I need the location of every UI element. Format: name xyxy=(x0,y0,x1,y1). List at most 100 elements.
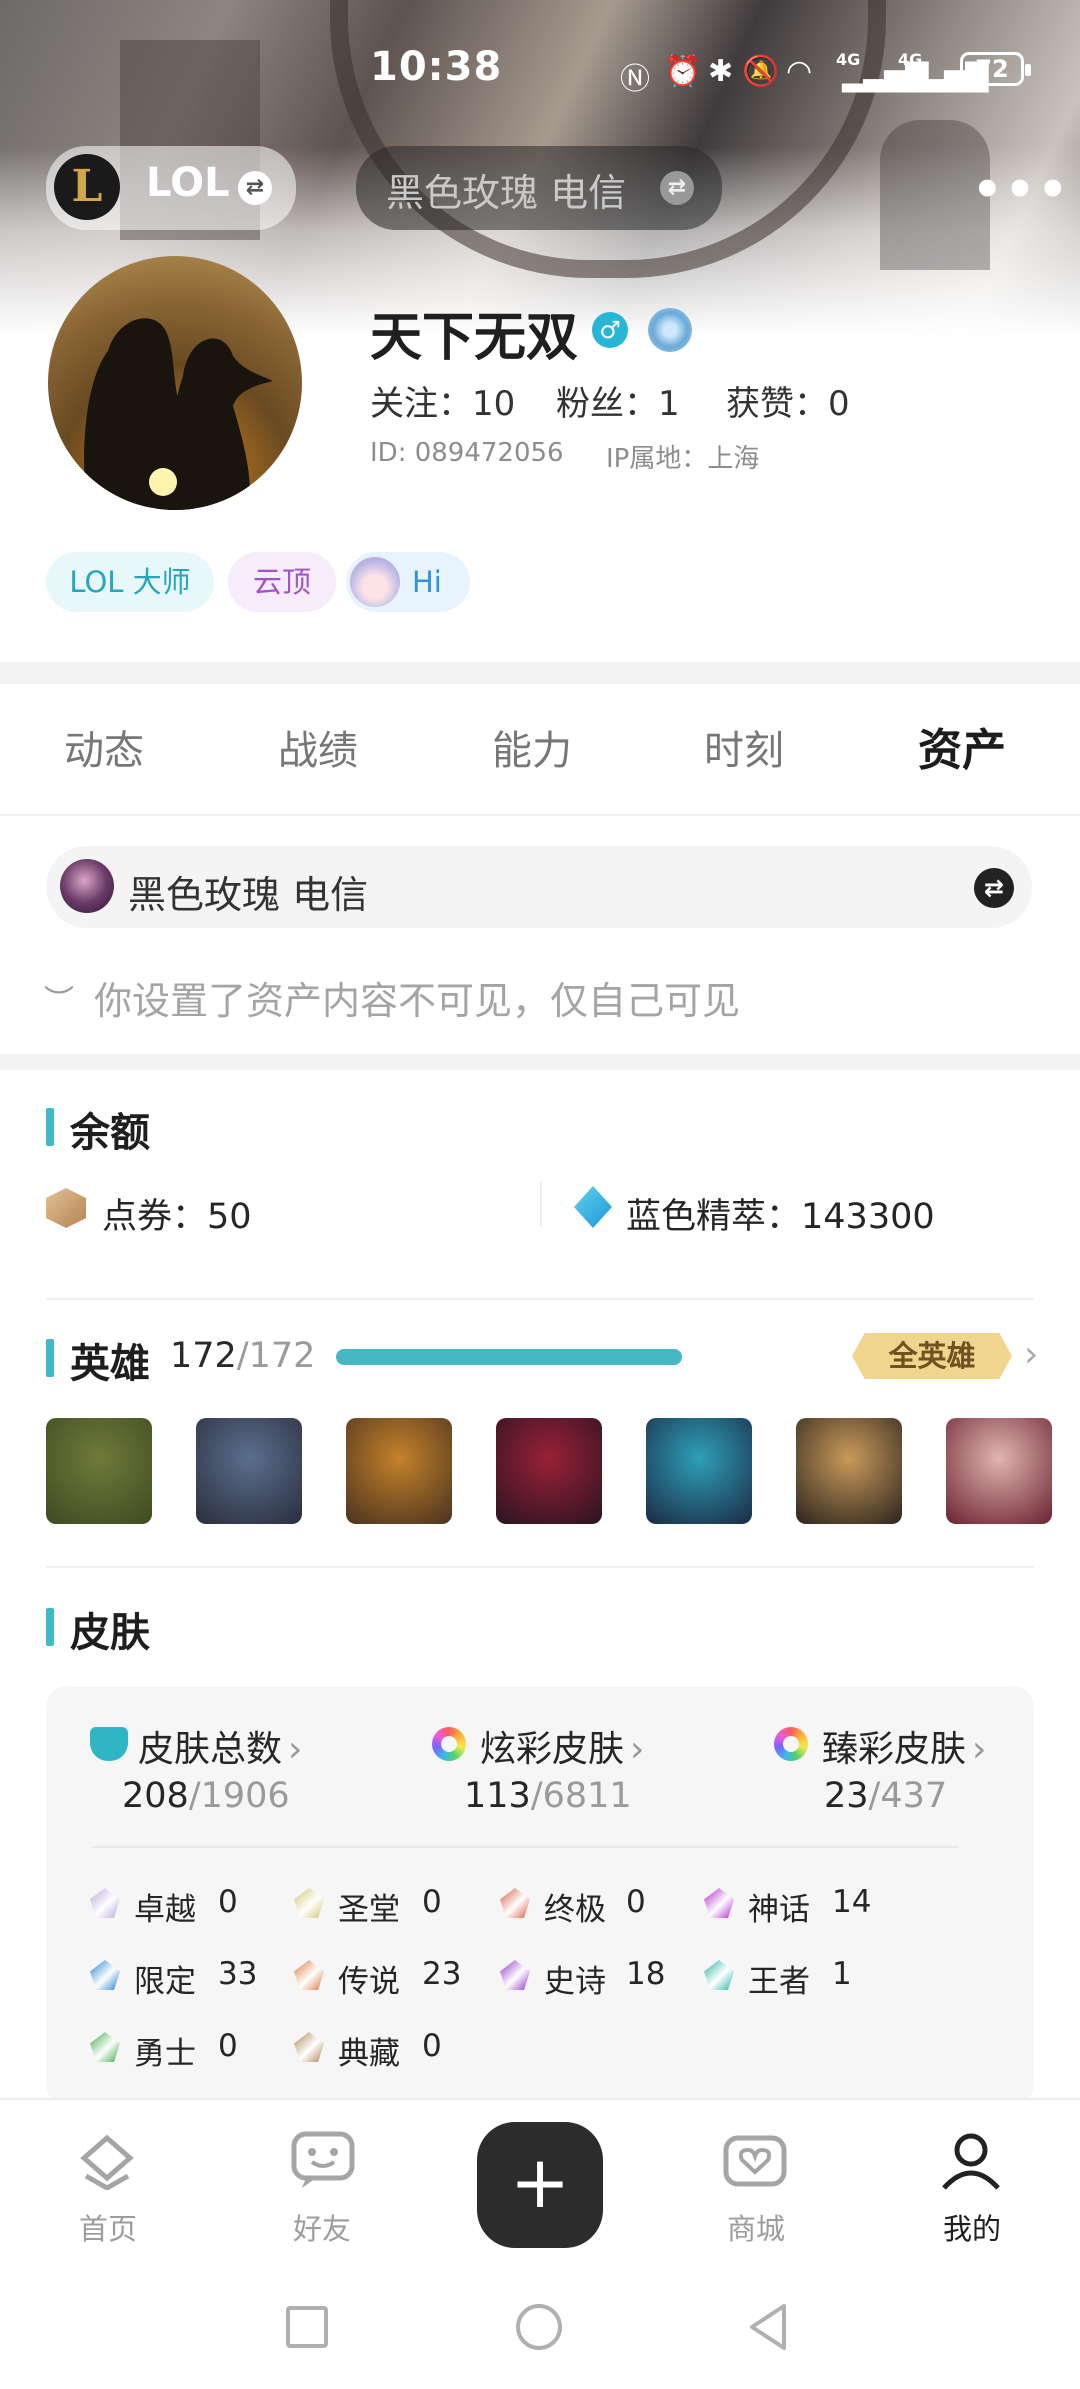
tag-tft[interactable]: 云顶 xyxy=(228,552,336,612)
skins-total-count: 208/1906 xyxy=(122,1776,290,1816)
prestige-ring-icon xyxy=(774,1727,808,1761)
tier-label: 勇士 xyxy=(134,2036,196,2072)
section-divider xyxy=(0,1054,1080,1070)
hidden-eye-icon: ︶ xyxy=(44,984,74,1019)
more-options-button[interactable]: ••• xyxy=(972,162,1070,218)
champion-avatar[interactable] xyxy=(496,1418,602,1524)
recents-button[interactable] xyxy=(286,2306,328,2348)
add-post-button[interactable]: + xyxy=(477,2122,603,2248)
home-system-button[interactable] xyxy=(516,2304,562,2350)
chroma-owned: 113 xyxy=(464,1776,531,1816)
switch-account-icon[interactable]: ⇄ xyxy=(974,868,1014,908)
bluetooth-icon: ✱ xyxy=(708,54,734,89)
mall-icon[interactable] xyxy=(720,2130,790,2190)
chevron-right-icon[interactable]: › xyxy=(1024,1334,1038,1375)
nav-home[interactable]: 首页 xyxy=(38,2206,178,2248)
game-label: LOL xyxy=(146,160,230,206)
back-button[interactable] xyxy=(746,2302,790,2356)
chroma-label: 炫彩皮肤 xyxy=(480,1729,625,1770)
back-triangle-icon xyxy=(750,2304,786,2350)
server-label: 黑色玫瑰 电信 xyxy=(386,171,627,215)
blue-essence-icon xyxy=(574,1186,612,1228)
rank-badge-icon[interactable] xyxy=(648,308,692,352)
follow-label: 关注： xyxy=(370,384,472,424)
tier-value: 23 xyxy=(422,1956,462,1992)
likes-value: 0 xyxy=(828,384,850,424)
tier-label: 终极 xyxy=(544,1892,606,1928)
tab-records[interactable]: 战绩 xyxy=(278,718,358,776)
coupon-label: 点券： xyxy=(102,1197,208,1237)
champion-avatar[interactable] xyxy=(946,1418,1052,1524)
prestige-skins-link[interactable]: 臻彩皮肤 › xyxy=(822,1720,986,1772)
coupon-value: 50 xyxy=(207,1197,252,1237)
tag-lol-rank[interactable]: LOL 大师 xyxy=(46,552,214,612)
coupon-balance: 点券：50 xyxy=(102,1188,252,1239)
switch-icon: ⇄ xyxy=(660,171,694,205)
switch-icon: ⇄ xyxy=(238,171,272,205)
fans-label: 粉丝： xyxy=(556,384,658,424)
essence-value: 143300 xyxy=(801,1197,935,1237)
all-heroes-button[interactable]: 全英雄 xyxy=(852,1333,1012,1379)
divider xyxy=(540,1182,542,1226)
tab-moments[interactable]: 时刻 xyxy=(704,718,784,776)
chat-icon-shape xyxy=(291,2131,355,2188)
nfc-icon: Ⓝ xyxy=(620,62,650,97)
champion-avatar[interactable] xyxy=(346,1418,452,1524)
hi-sticker-icon xyxy=(350,557,400,607)
tier-value: 0 xyxy=(626,1884,646,1920)
chroma-ring-icon xyxy=(432,1727,466,1761)
divider xyxy=(92,1846,958,1848)
tab-assets[interactable]: 资产 xyxy=(918,714,1006,778)
skins-total-link[interactable]: 皮肤总数 › xyxy=(138,1720,302,1772)
tab-divider xyxy=(0,814,1080,816)
alarm-icon: ⏰ xyxy=(664,54,702,89)
tier-label: 圣堂 xyxy=(338,1892,400,1928)
skins-total-label: 皮肤总数 xyxy=(138,1729,283,1770)
wifi-icon: ◠ xyxy=(786,54,813,89)
follow-count[interactable]: 关注：10 xyxy=(370,376,515,425)
tier-label: 史诗 xyxy=(544,1964,606,2000)
essence-label: 蓝色精萃： xyxy=(626,1197,802,1237)
heroes-count: 172/172 xyxy=(170,1336,315,1376)
chroma-all: /6811 xyxy=(530,1776,632,1816)
fans-value: 1 xyxy=(658,384,680,424)
skins-total-all: /1906 xyxy=(188,1776,290,1816)
mute-icon: 🔕 xyxy=(742,54,780,89)
nav-mine[interactable]: 我的 xyxy=(902,2206,1042,2248)
champion-avatar[interactable] xyxy=(46,1418,152,1524)
chevron-right-icon: › xyxy=(630,1729,645,1770)
fans-count[interactable]: 粉丝：1 xyxy=(556,376,680,425)
prestige-count: 23/437 xyxy=(824,1776,947,1816)
heroes-owned: 172 xyxy=(170,1336,237,1376)
champion-avatar[interactable] xyxy=(796,1418,902,1524)
heroes-title: 英雄 xyxy=(70,1341,150,1387)
user-avatar[interactable] xyxy=(48,256,302,510)
tier-label: 神话 xyxy=(748,1892,810,1928)
home-icon[interactable] xyxy=(72,2130,142,2191)
coupon-icon xyxy=(46,1188,86,1228)
tab-activity[interactable]: 动态 xyxy=(64,718,144,776)
chevron-right-icon: › xyxy=(972,1729,987,1770)
section-marker xyxy=(46,1608,54,1646)
champion-avatar[interactable] xyxy=(646,1418,752,1524)
essence-balance: 蓝色精萃：143300 xyxy=(626,1188,935,1239)
skin-mask-icon xyxy=(90,1727,128,1761)
chroma-skins-link[interactable]: 炫彩皮肤 › xyxy=(480,1720,644,1772)
nav-mall[interactable]: 商城 xyxy=(686,2206,826,2248)
ip-location: IP属地：上海 xyxy=(606,444,760,474)
chroma-count: 113/6811 xyxy=(464,1776,632,1816)
divider xyxy=(46,1298,1034,1300)
tab-ability[interactable]: 能力 xyxy=(492,718,572,776)
friends-chat-icon[interactable] xyxy=(288,2130,358,2190)
heroes-progress-fill xyxy=(336,1349,682,1365)
champion-avatar[interactable] xyxy=(196,1418,302,1524)
tier-label: 典藏 xyxy=(338,2036,400,2072)
divider xyxy=(46,1566,1034,1568)
nav-friends[interactable]: 好友 xyxy=(252,2206,392,2248)
tier-value: 18 xyxy=(626,1956,666,1992)
lol-logo-icon: L xyxy=(54,154,120,220)
account-label: 黑色玫瑰 电信 xyxy=(128,873,369,917)
chevron-right-icon: › xyxy=(288,1729,303,1770)
section-divider xyxy=(0,662,1080,684)
profile-user-icon[interactable] xyxy=(936,2130,1006,2190)
